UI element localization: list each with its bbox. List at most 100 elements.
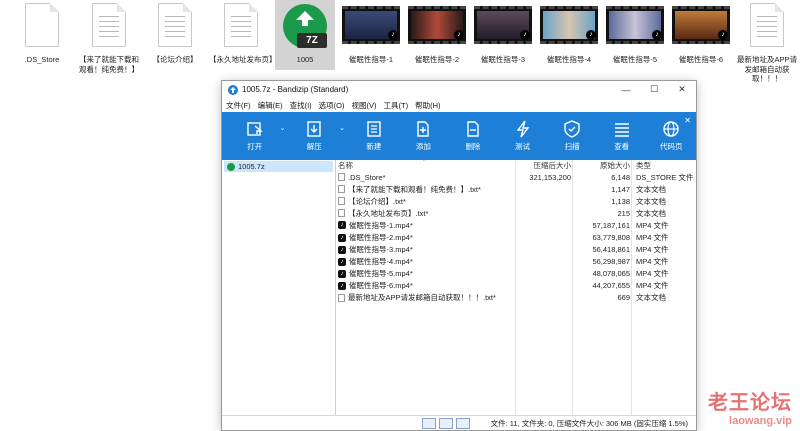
file-name: 最新地址及APP请发邮箱自动获取！！！.txt*	[348, 293, 496, 303]
file-row[interactable]: 【永久地址发布页】.txt* 215 文本文档	[336, 207, 696, 219]
file-name: 【永久地址发布页】.txt*	[348, 208, 429, 218]
file-type: MP4 文件	[636, 281, 669, 291]
menu-help[interactable]: 帮助(H)	[415, 100, 440, 111]
file-type: 文本文档	[636, 208, 666, 218]
desktop-icon-txt-latest[interactable]: 最新地址及APP请发邮箱自动获取！！！	[734, 0, 800, 110]
text-file-icon	[338, 209, 345, 218]
file-row[interactable]: ♪ 催眠性指导-5.mp4* 48,078,065 MP4 文件	[336, 268, 696, 280]
column-type[interactable]: 类型	[630, 160, 696, 171]
file-row[interactable]: ♪ 催眠性指导-1.mp4* 57,187,161 MP4 文件	[336, 219, 696, 231]
file-row[interactable]: ♪ 催眠性指导-6.mp4* 44,207,655 MP4 文件	[336, 280, 696, 292]
video-thumbnail-icon: ♪	[606, 6, 664, 44]
file-type: 文本文档	[636, 184, 666, 194]
video-file-icon: ♪	[338, 245, 346, 254]
text-file-icon	[338, 197, 345, 206]
file-original-size: 48,078,065	[592, 269, 630, 279]
extract-button[interactable]: 解压	[290, 112, 340, 160]
title-bar[interactable]: 1005.7z - Bandizip (Standard) — ☐ ✕	[222, 81, 696, 98]
toolbar: 打开 ⌄ 解压 ⌄ 新建 添加 删除 测试 扫描 查看 代码页 ✕	[222, 112, 696, 160]
tree-item-label: 1005.7z	[238, 162, 265, 171]
view-button[interactable]: 查看	[597, 112, 647, 160]
file-row[interactable]: ♪ 催眠性指导-2.mp4* 63,779,808 MP4 文件	[336, 231, 696, 243]
file-original-size: 63,779,808	[592, 233, 630, 243]
menu-options[interactable]: 选项(O)	[319, 100, 345, 111]
thumbnail-view-icon[interactable]	[455, 417, 470, 429]
details-view-icon[interactable]	[421, 417, 436, 429]
status-text: 文件: 11, 文件夹: 0, 压缩文件大小: 306 MB (固实压缩 1.5…	[490, 418, 688, 428]
add-button[interactable]: 添加	[399, 112, 449, 160]
video-file-icon: ♪	[338, 281, 346, 290]
delete-button[interactable]: 删除	[448, 112, 498, 160]
test-button[interactable]: 测试	[498, 112, 548, 160]
desktop-icon-label: 催眠性指导-6	[678, 55, 724, 64]
file-row[interactable]: 最新地址及APP请发邮箱自动获取！！！.txt* 669 文本文档	[336, 292, 696, 304]
file-row[interactable]: .DS_Store* 321,153,200 6,148 DS_STORE 文件	[336, 171, 696, 183]
maximize-button[interactable]: ☐	[640, 81, 668, 98]
watermark-url: laowang.vip	[729, 415, 792, 427]
desktop-icon-ds-store[interactable]: .DS_Store	[9, 0, 75, 110]
list-view-icon[interactable]	[438, 417, 453, 429]
globe-icon	[663, 121, 679, 137]
file-row[interactable]: ♪ 催眠性指导-3.mp4* 56,418,861 MP4 文件	[336, 244, 696, 256]
column-compressed[interactable]: 压缩后大小	[515, 160, 572, 171]
bandizip-window: 1005.7z - Bandizip (Standard) — ☐ ✕ 文件(F…	[221, 80, 697, 431]
file-name: 催眠性指导-3.mp4*	[349, 245, 413, 255]
minimize-button[interactable]: —	[612, 81, 640, 98]
video-file-icon: ♪	[338, 269, 346, 278]
sort-arrow-icon: ^	[423, 159, 426, 165]
file-original-size: 56,298,987	[592, 257, 630, 267]
video-thumbnail-icon: ♪	[342, 6, 400, 44]
window-title: 1005.7z - Bandizip (Standard)	[242, 85, 349, 94]
file-row[interactable]: 【来了就能下载和观看！纯免费！】.txt* 1,147 文本文档	[336, 183, 696, 195]
file-name: .DS_Store*	[348, 172, 386, 182]
file-list: ^ 名称 压缩后大小 原始大小 类型 .DS_Store* 321,153,20…	[336, 159, 696, 416]
file-name: 催眠性指导-5.mp4*	[349, 269, 413, 279]
tree-item-archive-root[interactable]: 1005.7z	[224, 161, 333, 172]
extract-dropdown-arrow[interactable]: ⌄	[339, 112, 349, 132]
watermark: 老王论坛 laowang.vip	[708, 386, 792, 427]
desktop-icon-txt-forum[interactable]: 【论坛介绍】	[142, 0, 208, 110]
menu-view[interactable]: 视图(V)	[352, 100, 377, 111]
archive-icon	[227, 162, 235, 171]
desktop-icon-label: 【来了就能下载和观看！纯免费！】	[79, 55, 139, 74]
extract-icon	[307, 121, 321, 137]
video-thumbnail-icon: ♪	[474, 6, 532, 44]
open-button[interactable]: 打开	[230, 112, 280, 160]
column-original[interactable]: 原始大小	[571, 160, 630, 171]
menu-find[interactable]: 查找(I)	[290, 100, 312, 111]
open-label: 打开	[247, 142, 263, 151]
file-type: DS_STORE 文件	[636, 172, 694, 182]
menu-tools[interactable]: 工具(T)	[384, 100, 409, 111]
scan-button[interactable]: 扫描	[547, 112, 597, 160]
file-row[interactable]: 【论坛介绍】.txt* 1,138 文本文档	[336, 195, 696, 207]
lightning-icon	[516, 120, 529, 138]
file-name: 催眠性指导-6.mp4*	[349, 281, 413, 291]
add-file-icon	[417, 121, 430, 137]
file-original-size: 669	[617, 293, 630, 303]
shield-icon	[564, 120, 580, 138]
desktop-icon-label: 【论坛介绍】	[152, 55, 198, 64]
menu-edit[interactable]: 编辑(E)	[258, 100, 283, 111]
video-file-icon: ♪	[338, 233, 346, 242]
new-archive-button[interactable]: 新建	[349, 112, 399, 160]
toolbar-close-icon[interactable]: ✕	[684, 116, 691, 125]
menu-file[interactable]: 文件(F)	[226, 100, 251, 111]
file-type: 文本文档	[636, 196, 666, 206]
file-type: MP4 文件	[636, 220, 669, 230]
file-original-size: 215	[617, 208, 630, 218]
new-label: 新建	[366, 142, 382, 151]
status-bar: 文件: 11, 文件夹: 0, 压缩文件大小: 306 MB (固实压缩 1.5…	[222, 415, 696, 430]
file-original-size: 1,138	[611, 196, 630, 206]
archive-badge: 7Z	[297, 33, 327, 48]
open-dropdown-arrow[interactable]: ⌄	[280, 112, 290, 132]
desktop-icon-txt-free[interactable]: 【来了就能下载和观看！纯免费！】	[76, 0, 142, 110]
file-original-size: 56,418,861	[592, 245, 630, 255]
close-button[interactable]: ✕	[668, 81, 696, 98]
text-file-icon	[224, 3, 258, 47]
file-row[interactable]: ♪ 催眠性指导-4.mp4* 56,298,987 MP4 文件	[336, 256, 696, 268]
file-original-size: 6,148	[611, 172, 630, 182]
scan-label: 扫描	[564, 142, 580, 151]
file-name: 催眠性指导-1.mp4*	[349, 220, 413, 230]
delete-file-icon	[467, 121, 479, 137]
file-type: MP4 文件	[636, 257, 669, 267]
